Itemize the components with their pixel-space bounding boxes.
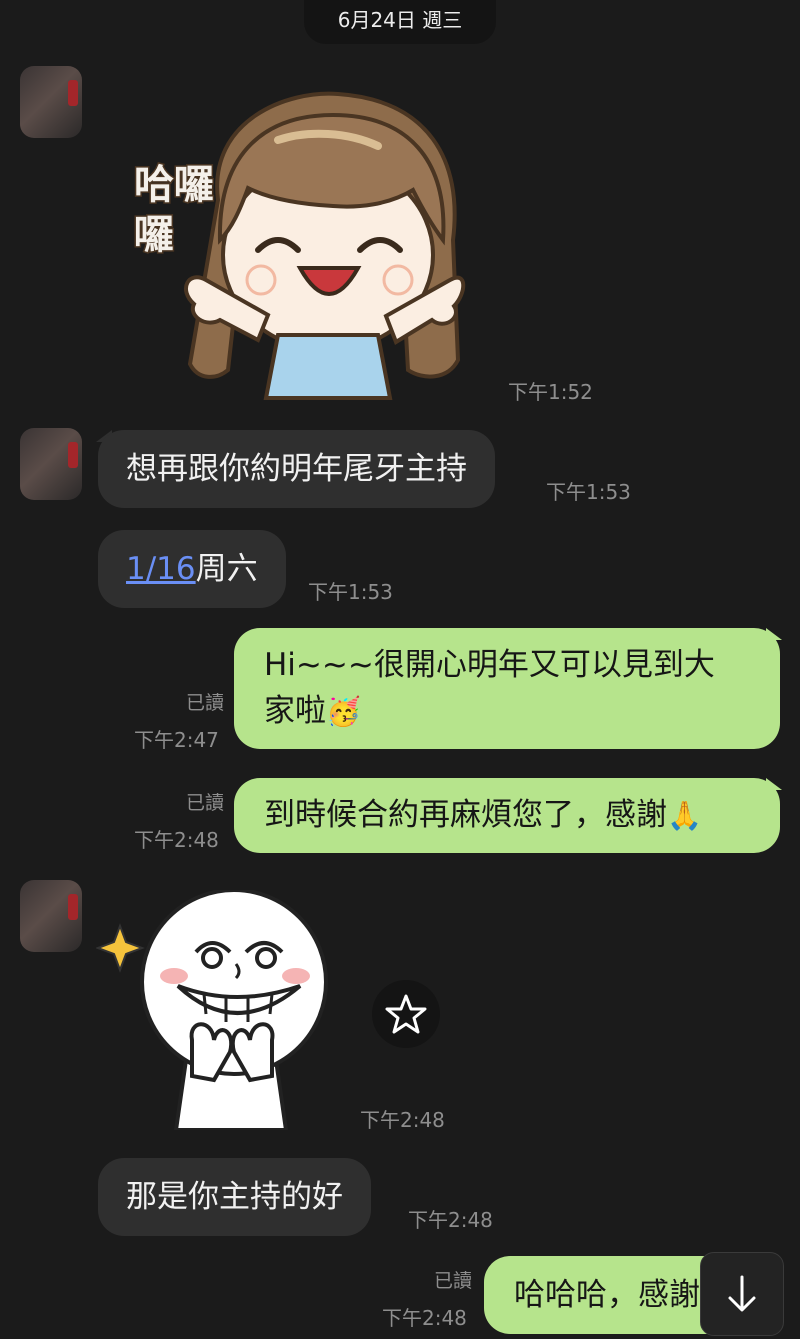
message-text: 那是你主持的好 xyxy=(126,1179,343,1215)
message-time: 下午2:48 xyxy=(360,1108,445,1132)
folded-hands-emoji: 🙏 xyxy=(667,799,702,832)
date-separator: 6月24日 週三 xyxy=(304,0,496,44)
bubble-tail xyxy=(766,628,782,640)
message-text: 哈哈哈，感謝 xyxy=(514,1277,700,1313)
contact-avatar[interactable] xyxy=(20,880,82,952)
sparkle-icon xyxy=(95,923,145,973)
message-text: 到時候合約再麻煩您了，感謝 xyxy=(264,797,667,833)
star-icon xyxy=(385,994,427,1034)
incoming-message[interactable]: 1/16周六 xyxy=(98,530,286,608)
message-time: 下午2:48 xyxy=(382,1306,467,1330)
arrow-down-icon xyxy=(728,1275,756,1312)
message-text: 周六 xyxy=(195,551,258,587)
outgoing-message[interactable]: Hi~~~很開心明年又可以見到大 家啦🥳 xyxy=(234,628,780,749)
sticker-lettering: 哈囉 xyxy=(134,162,214,208)
svg-text:囉: 囉 xyxy=(134,212,174,258)
date-label: 6月24日 週三 xyxy=(337,8,463,32)
message-text-cont: 家啦 xyxy=(264,693,326,729)
read-receipt: 已讀 xyxy=(185,792,224,814)
scroll-to-bottom-button[interactable] xyxy=(700,1252,784,1336)
date-link[interactable]: 1/16 xyxy=(126,551,196,587)
message-time: 下午2:47 xyxy=(134,728,219,752)
incoming-message[interactable]: 那是你主持的好 xyxy=(98,1158,371,1236)
grinning-sticker[interactable] xyxy=(95,888,346,1132)
hello-sticker[interactable]: 哈囉 囉 xyxy=(128,80,468,400)
favorite-sticker-button[interactable] xyxy=(372,980,440,1048)
message-time: 下午1:53 xyxy=(546,480,631,504)
party-face-emoji: 🥳 xyxy=(326,695,361,728)
message-time: 下午2:48 xyxy=(408,1208,493,1232)
message-time: 下午2:48 xyxy=(134,828,219,852)
message-text: Hi~~~很開心明年又可以見到大 xyxy=(264,647,715,683)
contact-avatar[interactable] xyxy=(20,428,82,500)
incoming-message[interactable]: 想再跟你約明年尾牙主持 xyxy=(98,430,495,508)
outgoing-message[interactable]: 到時候合約再麻煩您了，感謝🙏 xyxy=(234,778,780,853)
bubble-tail xyxy=(766,778,782,790)
read-receipt: 已讀 xyxy=(185,692,224,714)
contact-avatar[interactable] xyxy=(20,66,82,138)
message-text: 想再跟你約明年尾牙主持 xyxy=(126,451,467,487)
message-time: 下午1:53 xyxy=(308,580,393,604)
read-receipt: 已讀 xyxy=(433,1270,472,1292)
message-time: 下午1:52 xyxy=(508,380,593,404)
